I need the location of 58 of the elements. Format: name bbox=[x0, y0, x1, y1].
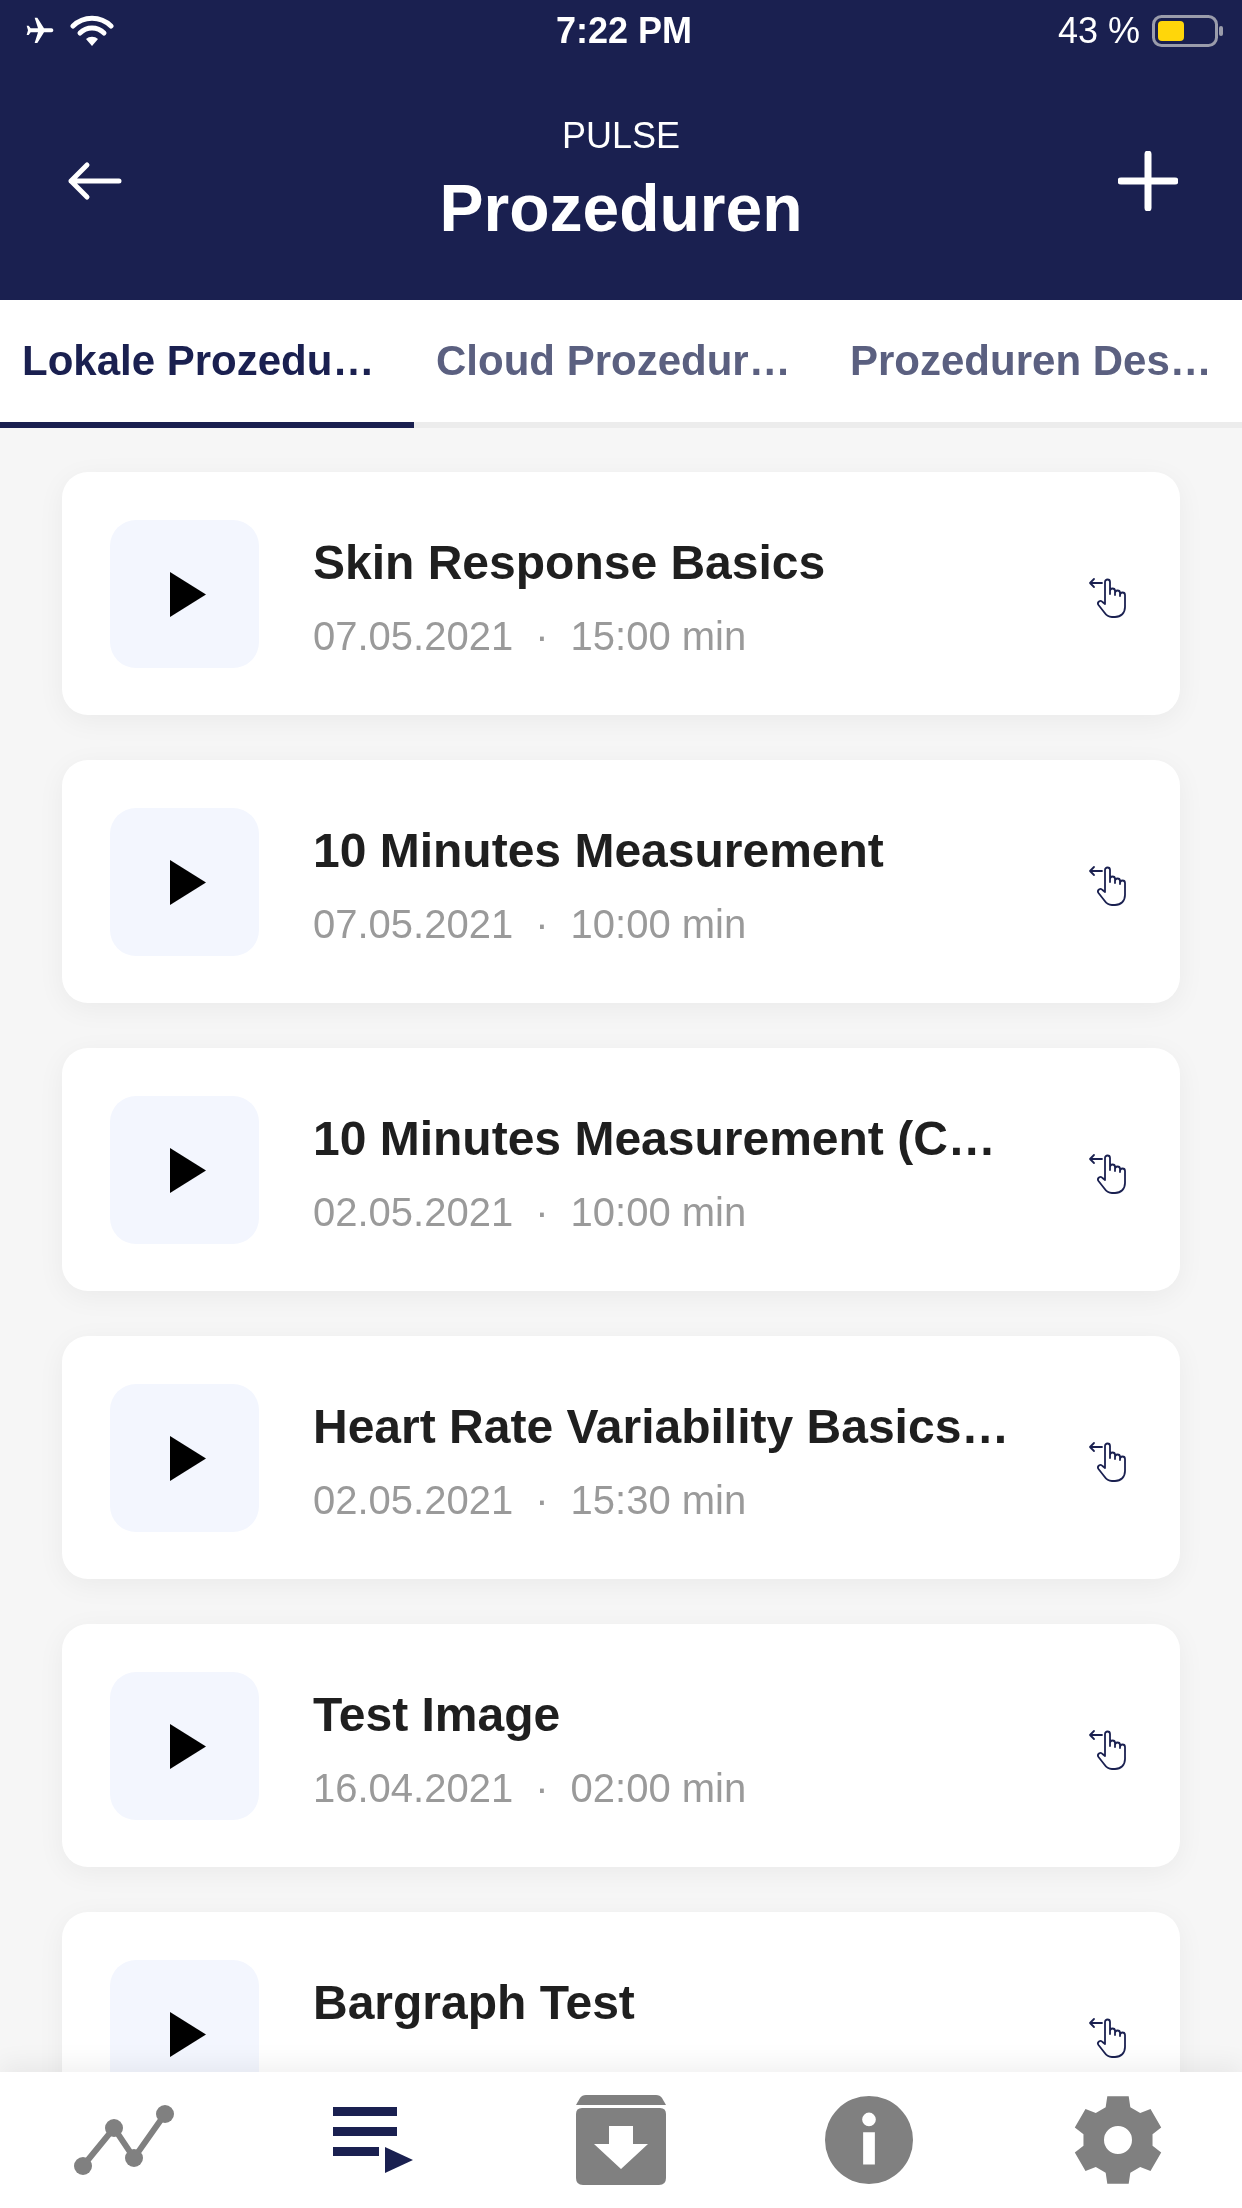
play-icon bbox=[169, 859, 206, 905]
procedure-title: Skin Response Basics bbox=[313, 535, 827, 591]
back-arrow-icon bbox=[66, 161, 122, 201]
status-time: 7:22 PM bbox=[555, 10, 693, 52]
play-button[interactable] bbox=[110, 808, 259, 956]
nav-tab[interactable] bbox=[332, 2107, 413, 2173]
play-icon bbox=[169, 1723, 206, 1769]
play-button[interactable] bbox=[110, 1672, 259, 1820]
procedure-card[interactable]: 10 Minutes Measurement (C… 02.05.2021 · 10:00 min bbox=[62, 1048, 1180, 1291]
procedure-title: 10 Minutes Measurement (C… bbox=[313, 1111, 997, 1167]
add-button[interactable] bbox=[1118, 151, 1178, 211]
tab[interactable]: Prozeduren Des… bbox=[828, 300, 1242, 428]
battery-icon bbox=[1152, 15, 1224, 47]
meta-separator: · bbox=[535, 901, 549, 948]
back-button[interactable] bbox=[66, 161, 122, 201]
playlist-icon bbox=[332, 2107, 413, 2173]
procedure-date: 16.04.2021 bbox=[313, 1765, 514, 1812]
procedure-date: 07.05.2021 bbox=[313, 613, 514, 660]
play-button[interactable] bbox=[110, 1384, 259, 1532]
play-button[interactable] bbox=[110, 1096, 259, 1244]
settings-icon bbox=[1072, 2095, 1163, 2185]
info-icon bbox=[825, 2096, 914, 2184]
procedure-card[interactable]: Skin Response Basics 07.05.2021 · 15:00 min bbox=[62, 472, 1180, 715]
tab[interactable]: Lokale Prozedu… bbox=[0, 300, 414, 428]
meta-separator: · bbox=[535, 613, 549, 660]
battery-percent: 43 % bbox=[1057, 10, 1140, 52]
procedure-date: 02.05.2021 bbox=[313, 1189, 514, 1236]
play-button[interactable] bbox=[110, 520, 259, 668]
play-button[interactable] bbox=[110, 1960, 259, 2072]
procedure-title: 10 Minutes Measurement bbox=[313, 823, 885, 879]
play-icon bbox=[169, 1147, 206, 1193]
procedure-title: Heart Rate Variability Basics… bbox=[313, 1399, 1011, 1455]
procedure-date: 07.05.2021 bbox=[313, 901, 514, 948]
app-name: PULSE bbox=[561, 116, 681, 156]
meta-separator: · bbox=[535, 1189, 549, 1236]
line-chart-icon bbox=[74, 2105, 175, 2175]
procedure-duration: 02:00 min bbox=[570, 1765, 747, 1812]
archive-download-icon bbox=[576, 2095, 666, 2185]
plus-icon bbox=[1118, 151, 1178, 211]
procedure-card[interactable]: Test Image 16.04.2021 · 02:00 min bbox=[62, 1624, 1180, 1867]
procedure-card[interactable]: Heart Rate Variability Basics… 02.05.2021 · 15:30 min bbox=[62, 1336, 1180, 1579]
procedure-title: Bargraph Test bbox=[313, 1975, 636, 2031]
tab[interactable]: Cloud Prozedur… bbox=[414, 300, 828, 428]
meta-separator: · bbox=[535, 1477, 549, 1524]
screen-title: Prozeduren bbox=[439, 170, 803, 246]
procedure-card[interactable]: 10 Minutes Measurement 07.05.2021 · 10:00 min bbox=[62, 760, 1180, 1003]
play-icon bbox=[169, 1435, 206, 1481]
procedure-card[interactable]: Bargraph Test bbox=[62, 1912, 1180, 2072]
procedure-date: 02.05.2021 bbox=[313, 1477, 514, 1524]
procedure-title: Test Image bbox=[313, 1687, 562, 1743]
procedure-duration: 15:00 min bbox=[570, 613, 747, 660]
wifi-icon bbox=[70, 15, 114, 47]
procedure-duration: 10:00 min bbox=[570, 1189, 747, 1236]
procedure-duration: 10:00 min bbox=[570, 901, 747, 948]
meta-separator: · bbox=[535, 1765, 549, 1812]
play-icon bbox=[169, 2011, 206, 2057]
procedure-duration: 15:30 min bbox=[570, 1477, 747, 1524]
play-icon bbox=[169, 571, 206, 617]
